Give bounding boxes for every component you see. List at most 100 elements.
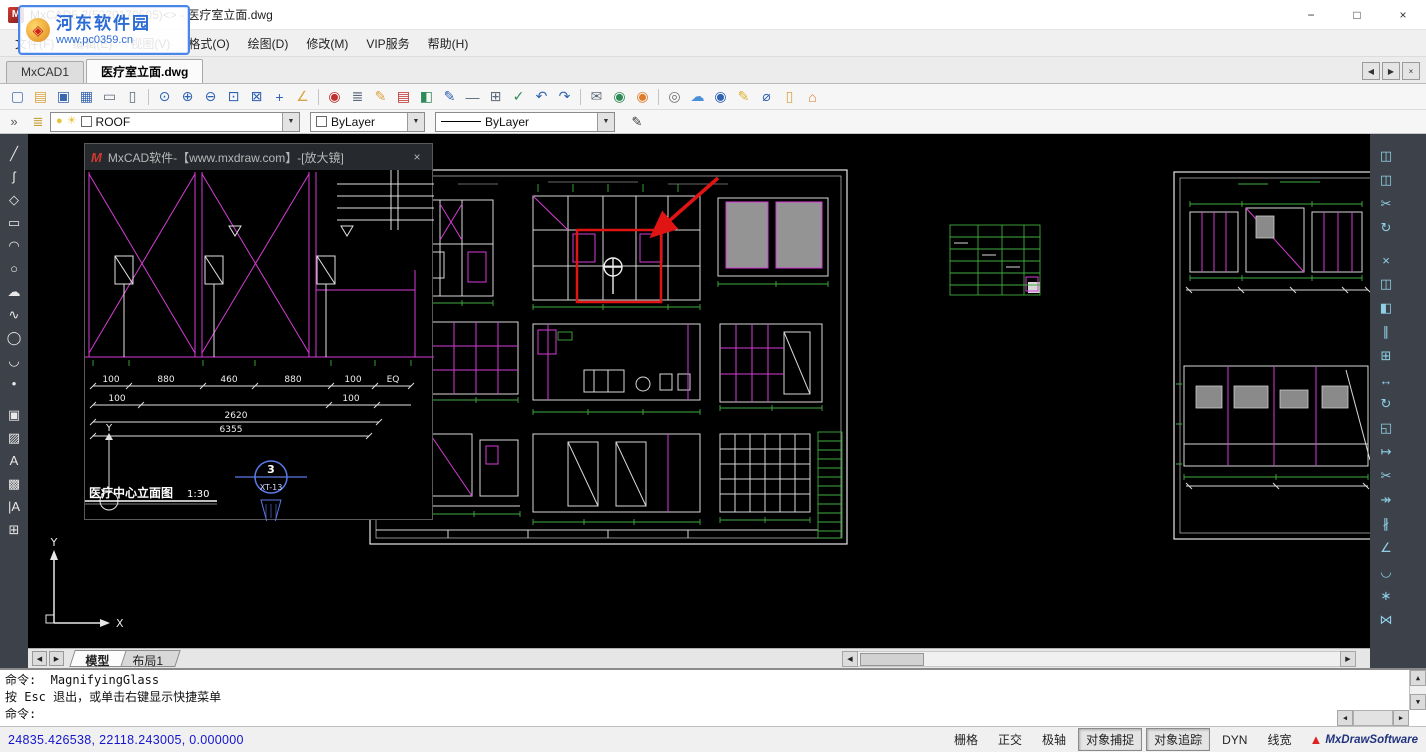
command-vscroll-track[interactable] [1410,686,1426,694]
save-all-icon[interactable]: ▦ [75,86,98,108]
draw-hatch-icon[interactable]: ▨ [2,426,26,449]
match-properties-icon[interactable]: ✎ [625,112,649,132]
license-icon[interactable]: ▯ [778,86,801,108]
draw-mtext-icon[interactable]: |A [2,495,26,518]
status-ortho[interactable]: 正交 [990,728,1030,751]
publish-web-icon[interactable]: ◉ [608,86,631,108]
maximize-button[interactable]: □ [1334,0,1380,29]
draw-polygon-icon[interactable]: ◇ [2,188,26,211]
print-icon[interactable]: ▭ [98,86,121,108]
canvas-hscrollbar[interactable]: ◀ ▶ [842,651,1356,667]
zoom-window-icon[interactable]: ⊡ [222,86,245,108]
command-scroll-down-button[interactable]: ▼ [1410,694,1426,710]
layer-states-icon[interactable]: ◧ [415,86,438,108]
hscroll-right-button[interactable]: ▶ [1340,651,1356,667]
draw-table-icon[interactable]: ⊞ [2,518,26,541]
offset-icon[interactable]: ∥ [1374,320,1398,344]
find-icon[interactable]: ⌀ [755,86,778,108]
status-otrack[interactable]: 对象追踪 [1146,728,1210,751]
scale-icon[interactable]: ◱ [1374,416,1398,440]
render-icon[interactable]: ◎ [663,86,686,108]
stretch-icon[interactable]: ↦ [1374,440,1398,464]
draw-line-icon[interactable]: ╱ [2,142,26,165]
sketch-pencil-icon[interactable]: ✎ [369,86,392,108]
drawing-canvas[interactable]: Y X M MxCAD软件-【www.mxdraw.com】-[放大镜] × [28,134,1370,648]
color-dropdown-arrow[interactable]: ▼ [407,113,424,131]
copy-icon[interactable]: ◫ [1374,272,1398,296]
draw-ellipse-arc-icon[interactable]: ◡ [2,349,26,372]
pan-icon[interactable]: + [268,86,291,108]
draw-rectangle-icon[interactable]: ▭ [2,211,26,234]
save-icon[interactable]: ▣ [52,86,75,108]
linetype-combo[interactable]: ByLayer ▼ [435,112,615,132]
command-hscroll-track[interactable] [1353,710,1393,726]
status-grid[interactable]: 栅格 [946,728,986,751]
linetype-icon[interactable]: — [461,86,484,108]
layers-icon[interactable]: ▤ [392,86,415,108]
extend-icon[interactable]: ↠ [1374,488,1398,512]
print-preview-icon[interactable]: ▯ [121,86,144,108]
layout-tab-model[interactable]: 模型 [69,650,127,667]
magnifier-icon[interactable]: ◉ [323,86,346,108]
join-icon[interactable]: ⋈ [1374,608,1398,632]
move-icon[interactable]: ↔ [1374,368,1398,392]
linetype-dropdown-arrow[interactable]: ▼ [597,113,614,131]
draw-polyline-icon[interactable]: ʃ [2,165,26,188]
hscroll-track[interactable] [858,651,1340,667]
draw-spline-icon[interactable]: ∿ [2,303,26,326]
rotate-icon[interactable]: ↻ [1374,392,1398,416]
palette-toggle-icon[interactable]: » [2,112,26,132]
draw-text-icon[interactable]: A [2,449,26,472]
command-window[interactable]: 命令: MagnifyingGlass按 Esc 退出，或单击右键显示快捷菜单命… [0,668,1426,726]
open-icon[interactable]: ▤ [29,86,52,108]
tab-scroll-right-button[interactable]: ▶ [1382,62,1400,80]
table-icon[interactable]: ⊞ [484,86,507,108]
etransmit-icon[interactable]: ✉ [585,86,608,108]
paste-icon[interactable]: ◫ [1374,144,1398,168]
globe-orange-icon[interactable]: ◉ [631,86,654,108]
draw-gradient-icon[interactable]: ▩ [2,472,26,495]
pencil-yellow-icon[interactable]: ✎ [732,86,755,108]
zoom-out-icon[interactable]: ⊖ [199,86,222,108]
command-vscrollbar[interactable]: ▲ ▼ [1409,670,1426,710]
mirror-icon[interactable]: ◧ [1374,296,1398,320]
explode-icon[interactable]: ∗ [1374,584,1398,608]
new-icon[interactable]: ▢ [6,86,29,108]
cloud-icon[interactable]: ☁ [686,86,709,108]
fillet-icon[interactable]: ◡ [1374,560,1398,584]
menu-vip[interactable]: VIP服务 [357,31,418,56]
draw-revcloud-icon[interactable]: ☁ [2,280,26,303]
draw-point-icon[interactable]: • [2,372,26,395]
color-combo[interactable]: ByLayer ▼ [310,112,425,132]
array-icon[interactable]: ⊞ [1374,344,1398,368]
redo-icon[interactable]: ↷ [553,86,576,108]
draworder-icon[interactable]: ≣ [346,86,369,108]
magnifier-close-icon[interactable]: × [408,150,426,164]
status-dyn[interactable]: DYN [1214,730,1255,750]
trim-icon[interactable]: ✂ [1374,464,1398,488]
erase-icon[interactable]: × [1374,248,1398,272]
tab-close-button[interactable]: × [1402,62,1420,80]
break-icon[interactable]: ∦ [1374,512,1398,536]
tab-mxcad1[interactable]: MxCAD1 [6,61,84,83]
copy-clip-icon[interactable]: ◫ [1374,168,1398,192]
command-hscrollbar[interactable]: ◀ ▶ [1337,710,1409,726]
cut-icon[interactable]: ✂ [1374,192,1398,216]
draw-arc-icon[interactable]: ◠ [2,234,26,257]
layer-manager-icon[interactable]: ≣ [26,112,50,132]
tab-yiliaoshi-limian[interactable]: 医疗室立面.dwg [86,59,203,83]
minimize-button[interactable]: − [1288,0,1334,29]
command-scroll-up-button[interactable]: ▲ [1410,670,1426,686]
match-properties-icon[interactable]: ✎ [438,86,461,108]
command-scroll-left-button[interactable]: ◀ [1337,710,1353,726]
chamfer-icon[interactable]: ∠ [1374,536,1398,560]
status-polar[interactable]: 极轴 [1034,728,1074,751]
command-scroll-right-button[interactable]: ▶ [1393,710,1409,726]
zoom-realtime-icon[interactable]: ⊙ [153,86,176,108]
magnifier-titlebar[interactable]: M MxCAD软件-【www.mxdraw.com】-[放大镜] × [85,144,432,170]
hscroll-thumb[interactable] [860,653,924,666]
undo-icon[interactable]: ↶ [530,86,553,108]
tab-scroll-left-button[interactable]: ◀ [1362,62,1380,80]
status-osnap[interactable]: 对象捕捉 [1078,728,1142,751]
layer-combo[interactable]: ● ☀ ROOF ▼ [50,112,300,132]
